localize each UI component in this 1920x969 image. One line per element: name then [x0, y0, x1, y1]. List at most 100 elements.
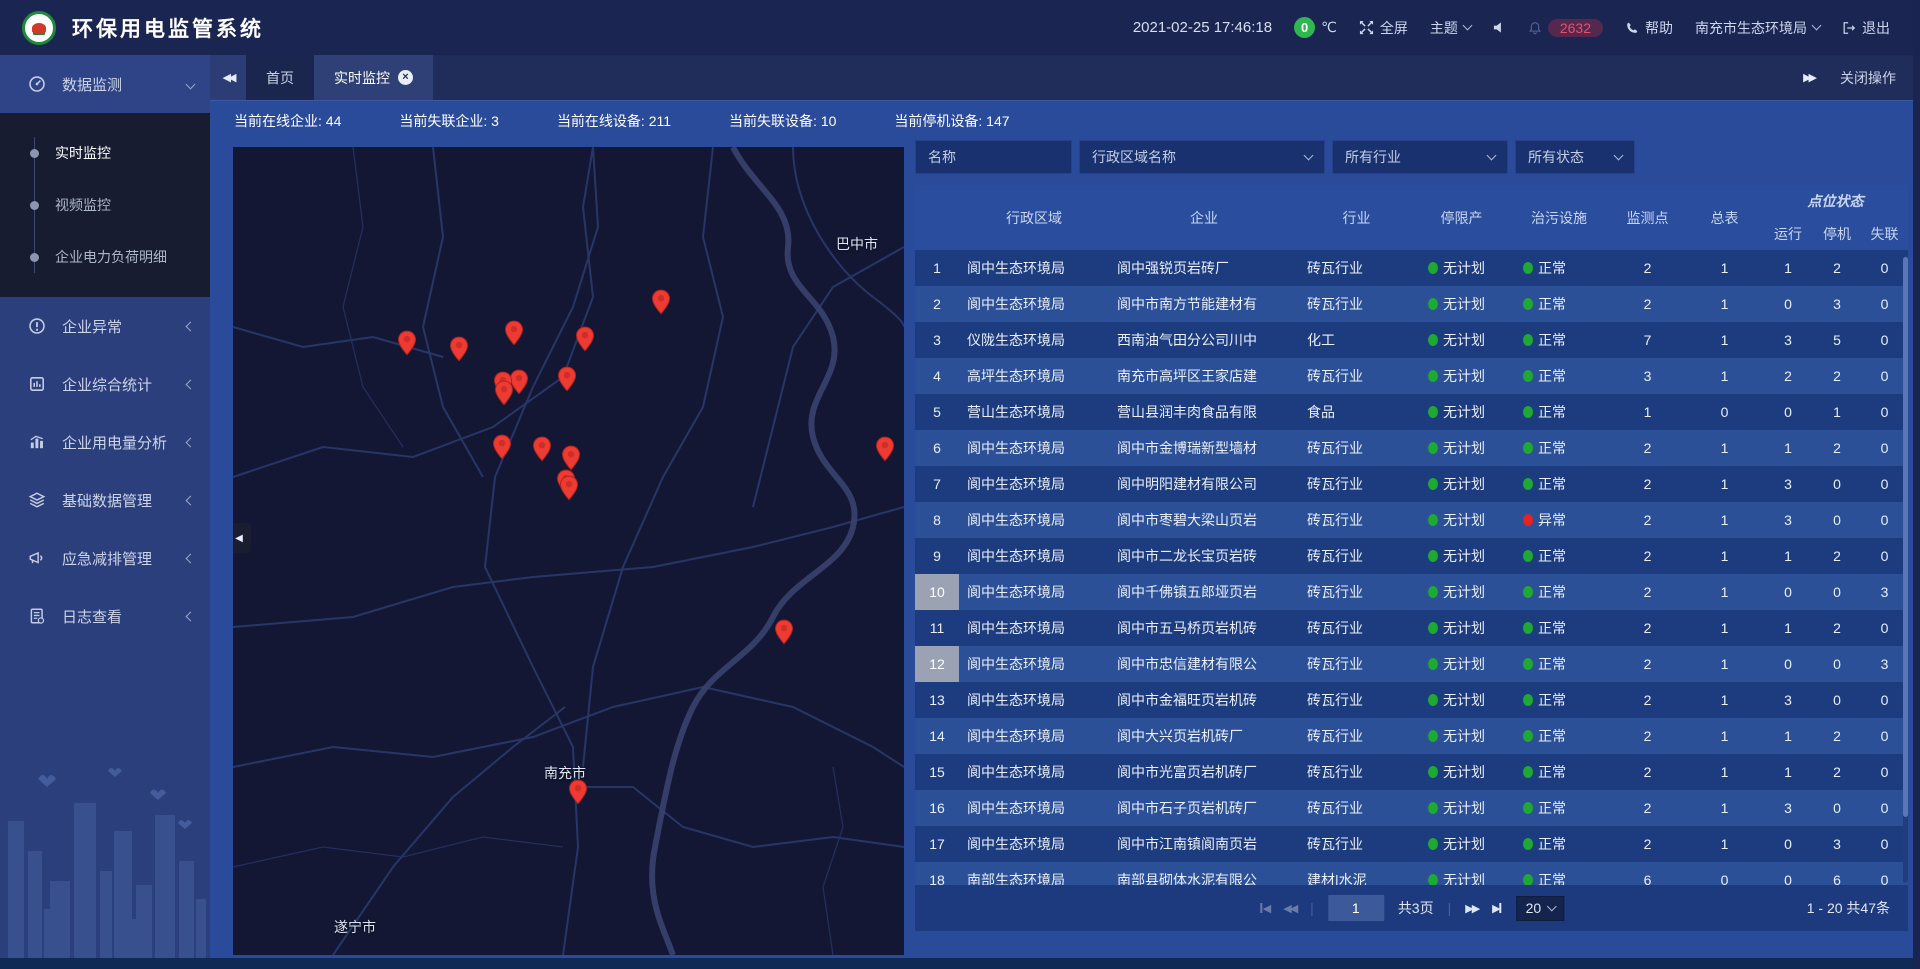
- cell-monitor-points: 2: [1609, 692, 1686, 708]
- map-pin-icon[interactable]: [492, 434, 512, 465]
- sidebar-item-power-analysis[interactable]: 企业用电量分析: [0, 413, 210, 471]
- table-row[interactable]: 15阆中生态环境局阆中市光富页岩机砖厂砖瓦行业无计划正常21120: [915, 754, 1908, 790]
- table-row[interactable]: 18南部生态环境局南部县砌体水泥有限公建材|水泥无计划正常60060: [915, 862, 1908, 885]
- page-size-select[interactable]: 20: [1517, 896, 1565, 921]
- notification-indicator[interactable]: 2632: [1528, 19, 1603, 37]
- chevron-down-icon: [1547, 901, 1557, 911]
- map-pin-icon[interactable]: [875, 436, 895, 467]
- cell-company: 南充市高坪区王家店建: [1109, 366, 1299, 386]
- sidebar-item-video-monitor[interactable]: 视频监控: [0, 179, 210, 231]
- sidebar-item-enterprise-stats[interactable]: 企业综合统计: [0, 355, 210, 413]
- help-button[interactable]: 帮助: [1625, 18, 1673, 38]
- stat-item: 当前在线企业: 44: [234, 111, 341, 131]
- name-search-input[interactable]: [928, 149, 1059, 165]
- table-row[interactable]: 14阆中生态环境局阆中大兴页岩机砖厂砖瓦行业无计划正常21120: [915, 718, 1908, 754]
- status-select[interactable]: 所有状态: [1515, 140, 1635, 174]
- prev-page-button[interactable]: ◀◀: [1283, 902, 1296, 915]
- name-search-field[interactable]: [915, 140, 1072, 174]
- table-scrollbar[interactable]: [1903, 255, 1908, 883]
- table-row[interactable]: 13阆中生态环境局阆中市金福旺页岩机砖砖瓦行业无计划正常21300: [915, 682, 1908, 718]
- map-pin-icon[interactable]: [774, 619, 794, 650]
- logout-button[interactable]: 退出: [1842, 18, 1890, 38]
- cell-pollution-status: 正常: [1509, 834, 1609, 854]
- cell-monitor-points: 2: [1609, 296, 1686, 312]
- table-row[interactable]: 8阆中生态环境局阆中市枣碧大梁山页岩砖瓦行业无计划异常21300: [915, 502, 1908, 538]
- status-dot-icon: [1428, 442, 1438, 454]
- table-row[interactable]: 9阆中生态环境局阆中市二龙长宝页岩砖砖瓦行业无计划正常21120: [915, 538, 1908, 574]
- cell-pollution-status: 正常: [1509, 546, 1609, 566]
- map-pin-icon[interactable]: [568, 779, 588, 810]
- sidebar-item-data-monitor[interactable]: 数据监测: [0, 55, 210, 113]
- cell-stopped: 2: [1813, 764, 1861, 780]
- sidebar-item-emergency-reduction[interactable]: 应急减排管理: [0, 529, 210, 587]
- theme-dropdown[interactable]: 主题: [1430, 18, 1471, 38]
- cell-total-meter: 1: [1686, 260, 1763, 276]
- table-row[interactable]: 5营山生态环境局营山县润丰肉食品有限食品无计划正常10010: [915, 394, 1908, 430]
- map-pin-icon[interactable]: [559, 475, 579, 506]
- map-panel[interactable]: ◀ 巴中市南充市遂宁市: [233, 147, 904, 955]
- sidebar-item-log-view[interactable]: 日志查看: [0, 587, 210, 645]
- cell-total-meter: 1: [1686, 656, 1763, 672]
- cell-industry: 砖瓦行业: [1299, 546, 1414, 566]
- sidebar-item-base-data[interactable]: 基础数据管理: [0, 471, 210, 529]
- table-row[interactable]: 2阆中生态环境局阆中市南方节能建材有砖瓦行业无计划正常21030: [915, 286, 1908, 322]
- sidebar-item-enterprise-abnormal[interactable]: 企业异常: [0, 297, 210, 355]
- cell-industry: 砖瓦行业: [1299, 294, 1414, 314]
- tabs-scroll-right-button[interactable]: ▶▶: [1803, 71, 1814, 84]
- cell-stopped: 3: [1813, 296, 1861, 312]
- map-river: [652, 147, 855, 955]
- map-pin-icon[interactable]: [494, 380, 514, 411]
- close-operations-button[interactable]: 关闭操作: [1840, 68, 1896, 88]
- last-page-button[interactable]: ▶: [1492, 902, 1502, 915]
- sidebar-item-realtime-monitor[interactable]: 实时监控: [0, 127, 210, 179]
- table-row[interactable]: 17阆中生态环境局阆中市江南镇阆南页岩砖瓦行业无计划正常21030: [915, 826, 1908, 862]
- scrollbar-thumb[interactable]: [1903, 257, 1908, 817]
- cell-disconnected: 0: [1861, 476, 1908, 492]
- org-dropdown[interactable]: 南充市生态环境局: [1695, 18, 1820, 38]
- map-pin-icon[interactable]: [557, 366, 577, 397]
- table-row[interactable]: 7阆中生态环境局阆中明阳建材有限公司砖瓦行业无计划正常21300: [915, 466, 1908, 502]
- tab-realtime-monitor[interactable]: 实时监控 ×: [314, 55, 433, 100]
- map-pin-icon[interactable]: [575, 326, 595, 357]
- table-row[interactable]: 4高坪生态环境局南充市高坪区王家店建砖瓦行业无计划正常31220: [915, 358, 1908, 394]
- map-roads: [233, 147, 904, 955]
- status-dot-icon: [1428, 334, 1438, 346]
- table-row[interactable]: 6阆中生态环境局阆中市金博瑞新型墙材砖瓦行业无计划正常21120: [915, 430, 1908, 466]
- fullscreen-button[interactable]: 全屏: [1359, 18, 1408, 38]
- speaker-icon[interactable]: [1493, 21, 1506, 34]
- row-index: 10: [915, 574, 959, 610]
- cell-running: 0: [1763, 656, 1813, 672]
- alert-icon: [28, 317, 48, 335]
- status-dot-icon: [1523, 694, 1533, 706]
- industry-select[interactable]: 所有行业: [1332, 140, 1508, 174]
- map-collapse-button[interactable]: ◀: [233, 523, 251, 553]
- status-dot-icon: [1523, 334, 1533, 346]
- cell-monitor-points: 2: [1609, 260, 1686, 276]
- table-row[interactable]: 1阆中生态环境局阆中强锐页岩砖厂砖瓦行业无计划正常21120: [915, 250, 1908, 286]
- table-row[interactable]: 12阆中生态环境局阆中市忠信建材有限公砖瓦行业无计划正常21003: [915, 646, 1908, 682]
- tab-home[interactable]: 首页: [246, 55, 314, 100]
- chevron-down-icon: [1812, 21, 1822, 31]
- page-number-input[interactable]: [1328, 895, 1384, 921]
- first-page-button[interactable]: ◀: [1259, 902, 1269, 915]
- next-page-button[interactable]: ▶▶: [1465, 902, 1478, 915]
- table-row[interactable]: 10阆中生态环境局阆中千佛镇五郎垭页岩砖瓦行业无计划正常21003: [915, 574, 1908, 610]
- region-select[interactable]: 行政区域名称: [1079, 140, 1325, 174]
- tabs-scroll-left-button[interactable]: ◀◀: [210, 55, 246, 100]
- map-pin-icon[interactable]: [651, 289, 671, 320]
- table-row[interactable]: 16阆中生态环境局阆中市石子页岩机砖厂砖瓦行业无计划正常21300: [915, 790, 1908, 826]
- table-row[interactable]: 11阆中生态环境局阆中市五马桥页岩机砖砖瓦行业无计划正常21120: [915, 610, 1908, 646]
- double-chevron-left-icon: ◀◀: [223, 71, 234, 84]
- row-index: 12: [915, 646, 959, 682]
- map-pin-icon[interactable]: [532, 436, 552, 467]
- cell-disconnected: 0: [1861, 836, 1908, 852]
- bullet-dot-icon: [30, 149, 39, 158]
- page-scrollbar[interactable]: [1913, 0, 1920, 969]
- map-pin-icon[interactable]: [449, 336, 469, 367]
- table-row[interactable]: 3仪陇生态环境局西南油气田分公司川中化工无计划正常71350: [915, 322, 1908, 358]
- map-pin-icon[interactable]: [504, 320, 524, 351]
- sidebar-item-power-load-detail[interactable]: 企业电力负荷明细: [0, 231, 210, 283]
- tab-close-icon[interactable]: ×: [398, 70, 413, 85]
- map-pin-icon[interactable]: [397, 330, 417, 361]
- cell-pollution-status: 正常: [1509, 618, 1609, 638]
